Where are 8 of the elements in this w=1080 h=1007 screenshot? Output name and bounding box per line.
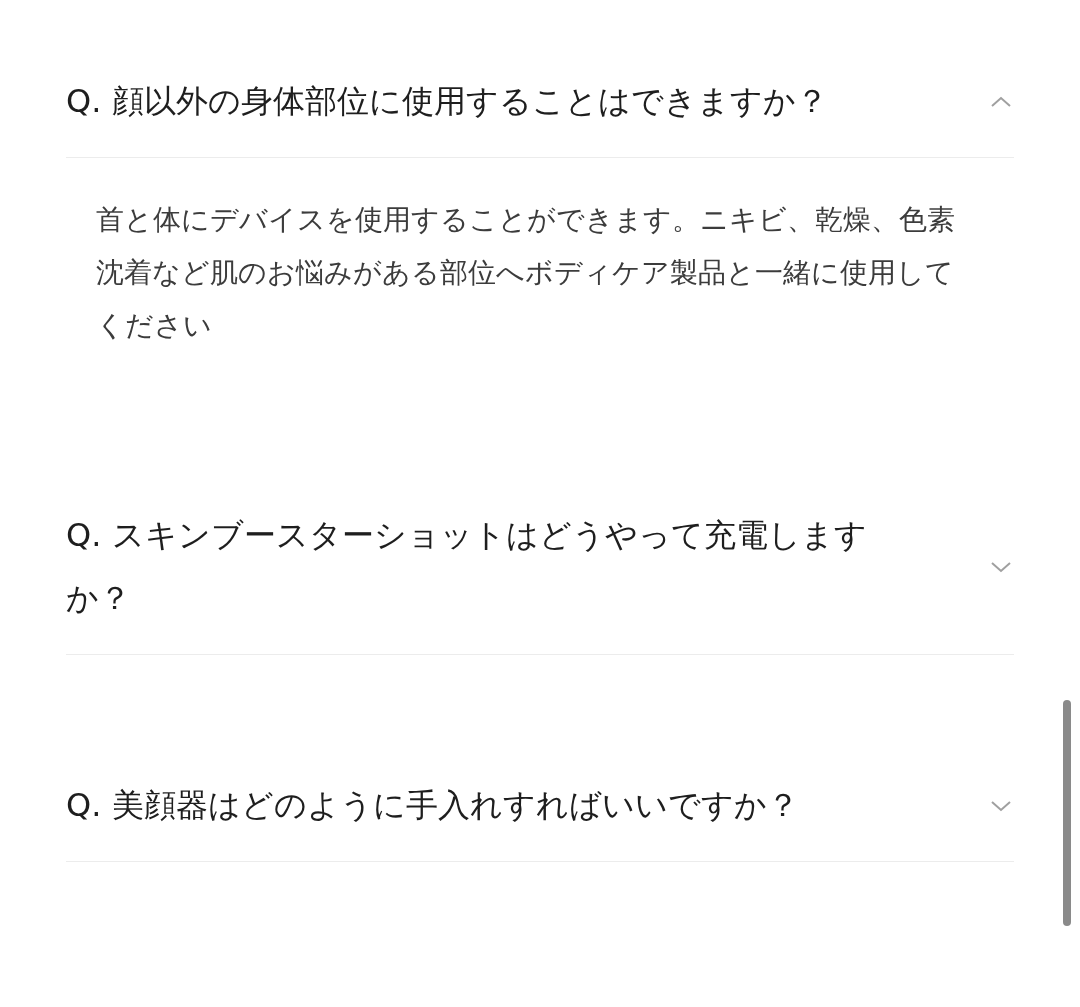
faq-question-row[interactable]: Q. 美顔器はどのように手入れすればいいですか？ bbox=[66, 655, 1014, 862]
faq-answer: 首と体にデバイスを使用することができます。ニキビ、乾燥、色素沈着など肌のお悩みがある部位へボディケア製品と一緒に使用してください bbox=[95, 202, 956, 344]
scrollbar[interactable] bbox=[1063, 700, 1071, 926]
faq-question: Q. スキンブースターショットはどうやって充電しますか？ bbox=[66, 515, 868, 619]
faq-question-row[interactable]: Q. スキンブースターショットはどうやって充電しますか？ bbox=[66, 385, 1014, 655]
faq-question: Q. 美顔器はどのように手入れすればいいですか？ bbox=[66, 785, 800, 826]
faq-question: Q. 顔以外の身体部位に使用することはできますか？ bbox=[66, 81, 829, 122]
faq-question-row[interactable]: Q. 顔以外の身体部位に使用することはできますか？ bbox=[66, 0, 1014, 158]
